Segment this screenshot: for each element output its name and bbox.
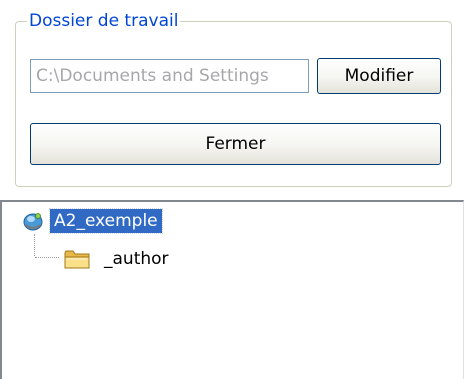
project-tree[interactable]: A2_exemple _author [0, 200, 464, 379]
close-button[interactable]: Fermer [30, 123, 441, 165]
working-folder-title: Dossier de travail [27, 11, 181, 31]
tree-connector-line [35, 257, 59, 258]
tree-node-root[interactable]: A2_exemple [22, 208, 163, 234]
working-folder-panel: Dossier de travail Modifier Fermer [0, 0, 466, 200]
tree-node-label[interactable]: _author [100, 247, 173, 271]
tree-node-label[interactable]: A2_exemple [49, 208, 163, 234]
project-icon [22, 210, 44, 232]
folder-icon [64, 248, 90, 270]
modify-button[interactable]: Modifier [317, 58, 441, 94]
tree-node-child[interactable]: _author [64, 246, 173, 272]
tree-connector-line [34, 234, 35, 256]
working-folder-path-field[interactable] [30, 59, 309, 93]
